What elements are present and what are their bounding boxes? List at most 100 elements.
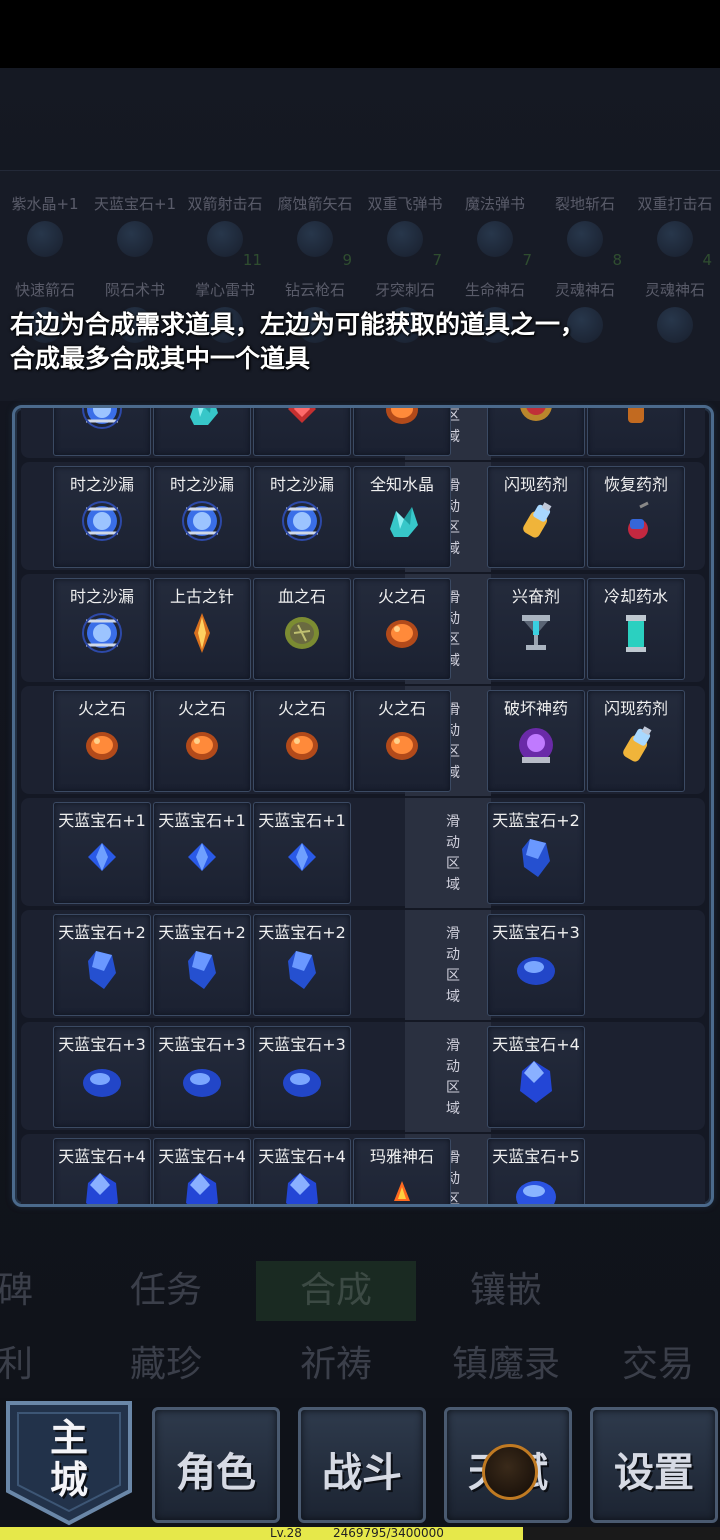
inventory-item-name: 魔法弹书	[464, 195, 525, 213]
gem3-icon	[80, 1059, 124, 1103]
possible-result-slot[interactable]: 天蓝宝石+4	[53, 1138, 151, 1204]
tab-quests[interactable]: 任务	[86, 1261, 246, 1321]
tab-treasure[interactable]: 藏珍	[86, 1335, 246, 1395]
required-item-slot[interactable]: 冷却药水	[587, 578, 685, 680]
home-button[interactable]: 主 城	[2, 1395, 136, 1527]
battle-label: 战斗	[322, 1449, 402, 1496]
possible-result-slot[interactable]: 血之石	[253, 578, 351, 680]
gem2-icon	[180, 947, 224, 991]
purple-icon	[514, 723, 558, 767]
tab-stele[interactable]: 碑	[0, 1261, 70, 1321]
possible-result-slot[interactable]: 天蓝宝石+1	[253, 802, 351, 904]
inventory-item-name: 双重打击石	[637, 195, 713, 213]
gem2-icon	[280, 947, 324, 991]
possible-result-slot[interactable]: 火之石	[353, 690, 451, 792]
fire-icon	[180, 723, 224, 767]
required-item-slot[interactable]: 恢复药剂	[587, 466, 685, 568]
recipe-row[interactable]: 滑动区域 时之沙漏 上古之针 血之石 火之石 兴奋剂 冷却药水	[15, 574, 711, 684]
gem5-icon	[514, 1171, 558, 1204]
required-item-slot[interactable]: 天蓝宝石+3	[487, 914, 585, 1016]
required-item-slot[interactable]: 天蓝宝石+4	[487, 1026, 585, 1128]
scroll-area-label: 滑动区域	[446, 926, 460, 1005]
possible-result-slot[interactable]: 天蓝宝石+1	[153, 802, 251, 904]
xp-bar: Lv.28 2469795/3400000	[0, 1526, 720, 1540]
crystal-icon	[180, 408, 224, 431]
recipe-row[interactable]: 滑动区域 天蓝宝石+2 天蓝宝石+2 天蓝宝石+2 天蓝宝石+3	[15, 910, 711, 1020]
possible-result-slot[interactable]: 上古之针	[153, 578, 251, 680]
inventory-item[interactable]: 双重飞弹书 7	[360, 193, 450, 273]
inventory-item[interactable]: 天蓝宝石+1	[90, 193, 180, 273]
possible-result-slot[interactable]: 火之石	[153, 690, 251, 792]
inventory-item[interactable]: 裂地斩石 8	[540, 193, 630, 273]
role-label: 角色	[176, 1449, 256, 1496]
possible-result-slot[interactable]: 时之沙漏	[153, 466, 251, 568]
tab-benefit[interactable]: 利	[0, 1335, 70, 1395]
tab-demon-record[interactable]: 镇魔录	[426, 1335, 586, 1395]
possible-result-slot[interactable]: 天蓝宝石+4	[153, 1138, 251, 1204]
inventory-item[interactable]: 紫水晶+1	[0, 193, 90, 273]
item-icon	[297, 221, 333, 257]
required-item-slot[interactable]	[587, 408, 685, 456]
required-item-slot[interactable]: 天蓝宝石+2	[487, 802, 585, 904]
possible-result-slot[interactable]: 玛雅神石	[353, 1138, 451, 1204]
possible-result-slot[interactable]: 天蓝宝石+2	[253, 914, 351, 1016]
possible-result-slot[interactable]	[153, 408, 251, 456]
required-item-slot[interactable]: 天蓝宝石+5	[487, 1138, 585, 1204]
tab-pray[interactable]: 祈祷	[256, 1335, 416, 1395]
recipe-row[interactable]: 滑动区域 时之沙漏 时之沙漏 时之沙漏 全知水晶 闪现药剂 恢复药剂	[15, 462, 711, 572]
recipe-list-panel[interactable]: 滑动区域滑动区域时之沙漏时之沙漏时之沙漏全知水晶闪现药剂恢复药剂滑动区域时之沙漏…	[12, 405, 714, 1207]
possible-result-slot[interactable]	[353, 408, 451, 456]
inventory-item[interactable]: 双重打击石 4	[630, 193, 720, 273]
possible-result-slot[interactable]: 天蓝宝石+3	[53, 1026, 151, 1128]
item-name: 火之石	[177, 699, 226, 718]
possible-result-slot[interactable]: 火之石	[253, 690, 351, 792]
gem4-icon	[280, 1171, 324, 1204]
possible-result-slot[interactable]: 全知水晶	[353, 466, 451, 568]
recipe-row[interactable]: 滑动区域 天蓝宝石+3 天蓝宝石+3 天蓝宝石+3 天蓝宝石+4	[15, 1022, 711, 1132]
battle-button[interactable]: 战斗	[298, 1407, 426, 1523]
recipe-row[interactable]: 滑动区域	[15, 408, 711, 460]
required-item-slot[interactable]: 闪现药剂	[587, 690, 685, 792]
inventory-item[interactable]: 双箭射击石 11	[180, 193, 270, 273]
recipe-row[interactable]: 滑动区域 天蓝宝石+1 天蓝宝石+1 天蓝宝石+1 天蓝宝石+2	[15, 798, 711, 908]
inventory-item[interactable]: 魔法弹书 7	[450, 193, 540, 273]
crystal-icon	[380, 499, 424, 543]
required-item-slot[interactable]: 破坏神药	[487, 690, 585, 792]
possible-result-slot[interactable]: 火之石	[53, 690, 151, 792]
inventory-item-name: 双箭射击石	[187, 195, 263, 213]
possible-result-slot[interactable]: 火之石	[353, 578, 451, 680]
required-item-slot[interactable]: 兴奋剂	[487, 578, 585, 680]
item-name: 时之沙漏	[269, 475, 334, 494]
possible-result-slot[interactable]: 天蓝宝石+3	[253, 1026, 351, 1128]
possible-result-slot[interactable]: 天蓝宝石+1	[53, 802, 151, 904]
possible-result-slot[interactable]: 天蓝宝石+3	[153, 1026, 251, 1128]
possible-result-slot[interactable]	[253, 408, 351, 456]
possible-result-slot[interactable]: 天蓝宝石+2	[153, 914, 251, 1016]
possible-result-slot[interactable]	[53, 408, 151, 456]
settings-button[interactable]: 设置	[590, 1407, 718, 1523]
possible-result-slot[interactable]: 天蓝宝石+4	[253, 1138, 351, 1204]
tab-synthesis[interactable]: 合成	[256, 1261, 416, 1321]
gem1-icon	[80, 835, 124, 879]
scroll-area-label: 滑动区域	[446, 814, 460, 893]
item-name: 火之石	[377, 587, 426, 606]
item-name: 上古之针	[169, 587, 234, 606]
tab-inlay[interactable]: 镶嵌	[426, 1261, 586, 1321]
item-name: 天蓝宝石+2	[58, 923, 146, 942]
possible-result-slot[interactable]: 天蓝宝石+2	[53, 914, 151, 1016]
home-label-char-2: 城	[49, 1457, 88, 1502]
item-count: 7	[522, 251, 532, 269]
required-item-slot[interactable]: 闪现药剂	[487, 466, 585, 568]
tab-trade[interactable]: 交易	[596, 1335, 720, 1395]
possible-result-slot[interactable]: 时之沙漏	[53, 466, 151, 568]
possible-result-slot[interactable]: 时之沙漏	[253, 466, 351, 568]
inventory-item[interactable]: 腐蚀箭矢石 9	[270, 193, 360, 273]
recipe-row[interactable]: 滑动区域天蓝宝石+4天蓝宝石+4天蓝宝石+4玛雅神石天蓝宝石+5	[15, 1134, 711, 1204]
home-label-char-1: 主	[49, 1415, 88, 1460]
recipe-row[interactable]: 滑动区域 火之石 火之石 火之石 火之石 破坏神药 闪现药剂	[15, 686, 711, 796]
possible-result-slot[interactable]: 时之沙漏	[53, 578, 151, 680]
gem3-icon	[514, 947, 558, 991]
role-button[interactable]: 角色	[152, 1407, 280, 1523]
gem1-icon	[280, 835, 324, 879]
required-item-slot[interactable]	[487, 408, 585, 456]
